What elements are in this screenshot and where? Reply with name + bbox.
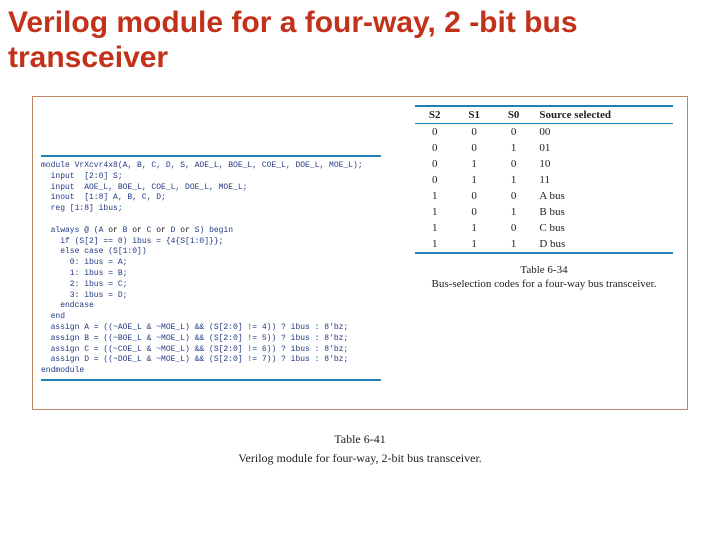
code-line: assign D = ((~DOE_L & ~MOE_L) && (S[2:0]…: [41, 355, 348, 364]
code-line: always @ (A: [41, 226, 108, 235]
table-row: 01111: [415, 172, 673, 188]
col-s0: S0: [494, 107, 533, 124]
code-line: 2: ibus = C;: [41, 280, 127, 289]
col-s1: S1: [454, 107, 493, 124]
code-line: C: [142, 226, 156, 235]
code-keyword-or: or: [156, 226, 166, 235]
code-line: 3: ibus = D;: [41, 291, 127, 300]
slide-title: Verilog module for a four-way, 2 -bit bu…: [0, 0, 720, 79]
table-6-34: S2 S1 S0 Source selected 00000 00101 010…: [415, 105, 673, 290]
code-line: assign A = ((~AOE_L & ~MOE_L) && (S[2:0]…: [41, 323, 348, 332]
code-line: assign B = ((~BOE_L & ~MOE_L) && (S[2:0]…: [41, 334, 348, 343]
code-line: if (S[2] == 0) ibus = {4{S[1:0]}};: [41, 237, 223, 246]
content-frame: module VrXcvr4x8(A, B, C, D, S, AOE_L, B…: [32, 96, 688, 410]
table-row: 110C bus: [415, 220, 673, 236]
table-6-41-caption-block: Table 6-41 Verilog module for four-way, …: [160, 432, 560, 466]
code-line: 0: ibus = A;: [41, 258, 127, 267]
code-line: D: [166, 226, 180, 235]
code-keyword-or: or: [108, 226, 118, 235]
table-row: 00101: [415, 140, 673, 156]
code-line: end: [41, 312, 65, 321]
code-line: module VrXcvr4x8(A, B, C, D, S, AOE_L, B…: [41, 161, 363, 170]
table-row: 00000: [415, 124, 673, 140]
col-source: Source selected: [533, 107, 673, 124]
table-6-34-desc: Bus-selection codes for a four-way bus t…: [415, 278, 673, 290]
code-line: endmodule: [41, 366, 84, 375]
table-6-41-desc: Verilog module for four-way, 2-bit bus t…: [160, 451, 560, 466]
code-line: reg [1:8] ibus;: [41, 204, 123, 213]
table-header-row: S2 S1 S0 Source selected: [415, 107, 673, 124]
code-line: endcase: [41, 301, 94, 310]
code-line: input AOE_L, BOE_L, COE_L, DOE_L, MOE_L;: [41, 183, 247, 192]
code-line: 1: ibus = B;: [41, 269, 127, 278]
code-line: inout [1:8] A, B, C, D;: [41, 193, 166, 202]
code-line: else case (S[1:0]): [41, 247, 147, 256]
code-line: assign C = ((~COE_L & ~MOE_L) && (S[2:0]…: [41, 345, 348, 354]
code-keyword-or: or: [132, 226, 142, 235]
table-row: 111D bus: [415, 236, 673, 253]
table-row: 101B bus: [415, 204, 673, 220]
table-row: 01010: [415, 156, 673, 172]
code-line: B: [118, 226, 132, 235]
code-line: input [2:0] S;: [41, 172, 123, 181]
verilog-code-listing: module VrXcvr4x8(A, B, C, D, S, AOE_L, B…: [41, 153, 391, 385]
table-row: 100A bus: [415, 188, 673, 204]
code-keyword-or: or: [180, 226, 190, 235]
table-6-34-caption: Table 6-34: [415, 264, 673, 276]
col-s2: S2: [415, 107, 454, 124]
code-line: S) begin: [190, 226, 233, 235]
table-6-41-caption: Table 6-41: [160, 432, 560, 447]
